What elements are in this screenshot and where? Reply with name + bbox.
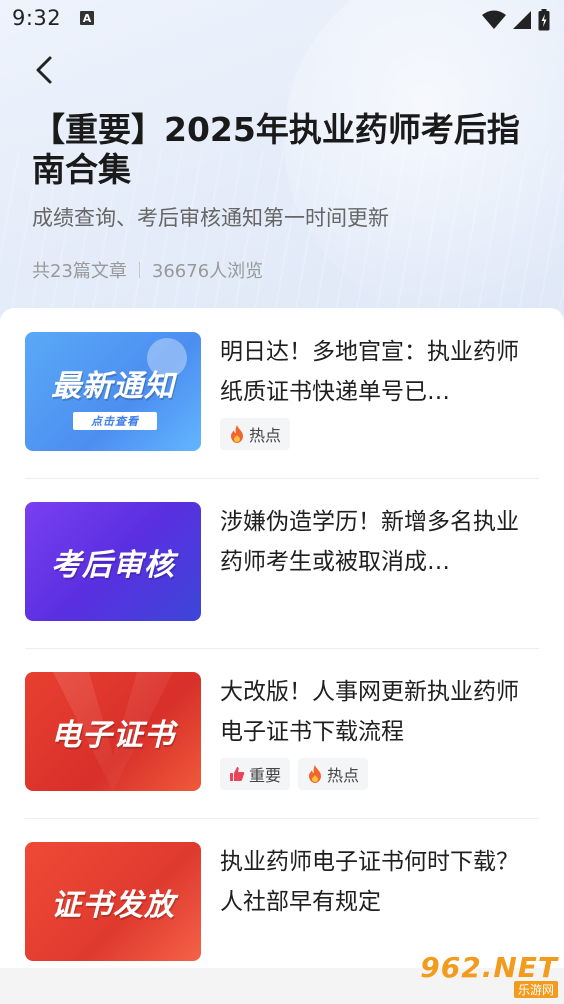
article-title: 执业药师电子证书何时下载？人社部早有规定 [220,849,519,915]
a-icon: A [80,11,94,25]
chevron-left-icon [36,56,52,84]
signal-icon [513,11,531,29]
site-watermark: 962.NET 乐游网 [420,953,558,998]
tag-label: 重要 [249,766,282,785]
thumbnail-text: 考后审核 [51,547,175,583]
thumbnail-text: 证书发放 [51,887,175,923]
tag-hot: 热点 [220,418,291,450]
article-title: 涉嫌伪造学历！新增多名执业药师考生或被取消成… [220,509,519,575]
article-thumbnail: 考后审核 [25,502,201,621]
battery-icon [538,9,550,31]
article-thumbnail: 最新通知 点击查看 [25,332,201,451]
article-title: 大改版！人事网更新执业药师电子证书下载流程 [220,679,519,745]
back-button[interactable] [26,52,62,88]
thumbnail-text: 电子证书 [51,717,175,753]
watermark-caption: 乐游网 [513,980,558,998]
status-time: 9:32 [12,6,62,30]
article-thumbnail: 证书发放 [25,842,201,961]
article-count: 共23篇文章 [32,261,127,282]
wifi-icon [482,10,506,29]
article-thumbnail: 电子证书 [25,672,201,791]
tag-important: 重要 [220,758,291,790]
tag-hot: 热点 [298,758,369,790]
article-item[interactable]: 最新通知 点击查看 明日达！多地官宣：执业药师纸质证书快递单号已… 热点 [25,308,539,479]
fire-icon [309,765,322,783]
tag-label: 热点 [327,766,360,785]
meta-divider [138,262,140,278]
tag-label: 热点 [249,426,282,445]
view-count: 36676人浏览 [151,261,264,282]
page-subtitle: 成绩查询、考后审核通知第一时间更新 [32,206,389,230]
article-tags: 重要 热点 [220,758,369,790]
status-icons [482,9,550,31]
thumbs-up-icon [230,767,245,781]
watermark-logo: 962.NET [420,950,558,984]
collection-meta: 共23篇文章 36676人浏览 [32,257,263,283]
article-item[interactable]: 电子证书 大改版！人事网更新执业药师电子证书下载流程 重要 热点 [25,648,539,819]
thumbnail-button: 点击查看 [73,412,157,430]
page-title: 【重要】2025年执业药师考后指南合集 [32,110,520,189]
fire-icon [231,425,243,443]
article-title: 明日达！多地官宣：执业药师纸质证书快递单号已… [220,339,519,405]
thumbnail-text: 最新通知 [51,368,175,404]
article-tags: 热点 [220,418,291,450]
article-item[interactable]: 考后审核 涉嫌伪造学历！新增多名执业药师考生或被取消成… [25,478,539,649]
article-list: 最新通知 点击查看 明日达！多地官宣：执业药师纸质证书快递单号已… 热点 考后审… [0,308,564,968]
status-bar: 9:32 A [0,0,564,38]
